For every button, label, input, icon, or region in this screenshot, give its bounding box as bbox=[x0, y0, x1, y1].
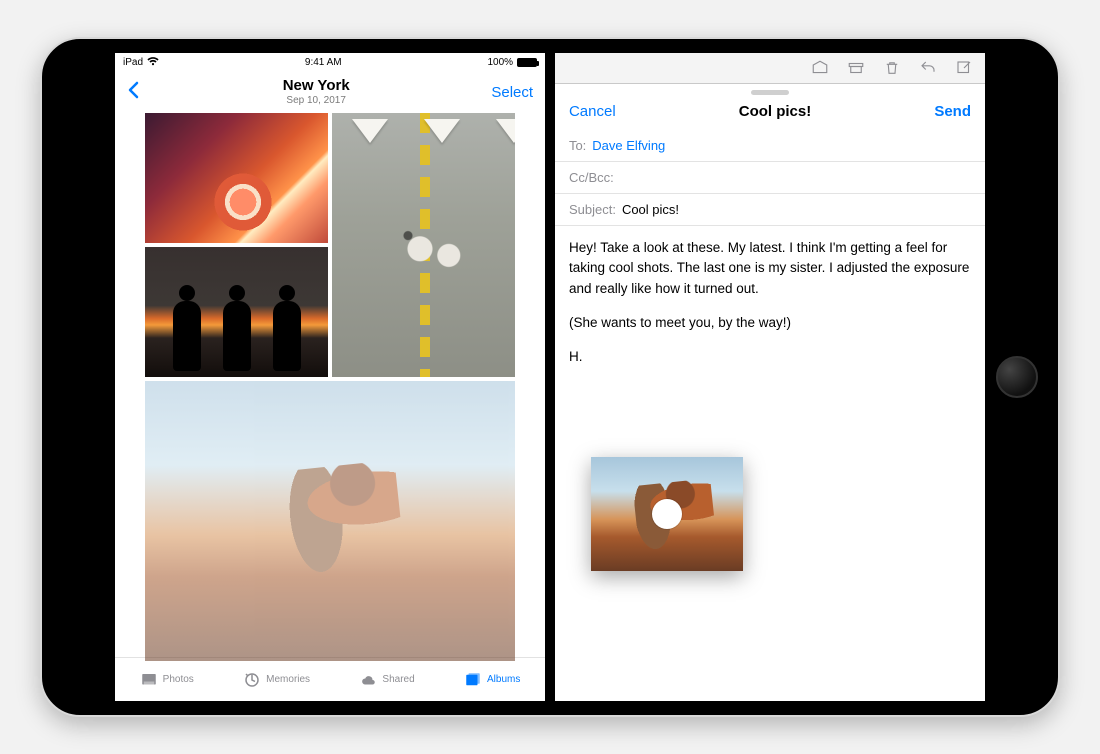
photo-grid bbox=[115, 113, 545, 657]
tab-label: Shared bbox=[382, 674, 414, 685]
ccbcc-field[interactable]: Cc/Bcc: bbox=[555, 162, 985, 194]
photo-thumbnail-dragging-source[interactable] bbox=[145, 381, 515, 661]
compose-title: Cool pics! bbox=[739, 103, 812, 120]
compose-icon bbox=[955, 59, 973, 83]
photo-thumbnail[interactable] bbox=[145, 247, 328, 377]
tab-albums[interactable]: Albums bbox=[464, 671, 520, 689]
split-view-divider[interactable] bbox=[545, 53, 555, 701]
carrier-label: iPad bbox=[123, 57, 143, 68]
compose-sheet: Cancel Cool pics! Send To: Dave Elfving … bbox=[555, 83, 985, 701]
photos-app: iPad 9:41 AM 100% New York Sep 10, 2 bbox=[115, 53, 545, 701]
status-time: 9:41 AM bbox=[305, 57, 342, 68]
battery-icon bbox=[517, 58, 537, 67]
home-button[interactable] bbox=[996, 356, 1038, 398]
trash-icon bbox=[883, 59, 901, 83]
photos-tab-bar: Photos Memories Shared Albums bbox=[115, 657, 545, 701]
mail-background-toolbar bbox=[555, 53, 985, 83]
ipad-frame: iPad 9:41 AM 100% New York Sep 10, 2 bbox=[40, 37, 1060, 717]
mail-app: Cancel Cool pics! Send To: Dave Elfving … bbox=[555, 53, 985, 701]
tab-label: Photos bbox=[163, 674, 194, 685]
status-bar: iPad 9:41 AM 100% bbox=[115, 53, 545, 71]
subject-value: Cool pics! bbox=[622, 202, 679, 217]
back-button[interactable] bbox=[127, 80, 141, 105]
tab-label: Albums bbox=[487, 674, 520, 685]
body-paragraph: (She wants to meet you, by the way!) bbox=[569, 313, 971, 333]
photo-thumbnail[interactable] bbox=[332, 113, 515, 377]
archive-icon bbox=[847, 59, 865, 83]
subject-field[interactable]: Subject: Cool pics! bbox=[555, 194, 985, 226]
compose-nav: Cancel Cool pics! Send bbox=[555, 95, 985, 130]
nav-title: New York Sep 10, 2017 bbox=[283, 78, 350, 106]
photo-thumbnail[interactable] bbox=[145, 113, 328, 243]
tab-shared[interactable]: Shared bbox=[359, 671, 414, 689]
dragged-photo[interactable] bbox=[591, 457, 743, 571]
field-label: Subject: bbox=[569, 202, 616, 217]
send-button[interactable]: Send bbox=[934, 103, 971, 120]
compose-body[interactable]: Hey! Take a look at these. My latest. I … bbox=[555, 226, 985, 393]
cancel-button[interactable]: Cancel bbox=[569, 103, 616, 120]
wifi-icon bbox=[147, 56, 159, 69]
body-paragraph: H. bbox=[569, 347, 971, 367]
body-paragraph: Hey! Take a look at these. My latest. I … bbox=[569, 238, 971, 299]
album-date: Sep 10, 2017 bbox=[283, 95, 350, 106]
field-label: Cc/Bcc: bbox=[569, 170, 614, 185]
to-recipient[interactable]: Dave Elfving bbox=[592, 138, 665, 153]
tab-memories[interactable]: Memories bbox=[243, 671, 310, 689]
to-field[interactable]: To: Dave Elfving bbox=[555, 130, 985, 162]
photos-nav-bar: New York Sep 10, 2017 Select bbox=[115, 71, 545, 113]
tab-label: Memories bbox=[266, 674, 310, 685]
reply-icon bbox=[919, 59, 937, 83]
tab-photos[interactable]: Photos bbox=[140, 671, 194, 689]
album-title: New York bbox=[283, 78, 350, 95]
touch-indicator bbox=[652, 499, 682, 529]
select-button[interactable]: Select bbox=[491, 84, 533, 101]
battery-pct: 100% bbox=[487, 57, 513, 68]
field-label: To: bbox=[569, 138, 586, 153]
screen: iPad 9:41 AM 100% New York Sep 10, 2 bbox=[115, 53, 985, 701]
folder-icon bbox=[811, 59, 829, 83]
